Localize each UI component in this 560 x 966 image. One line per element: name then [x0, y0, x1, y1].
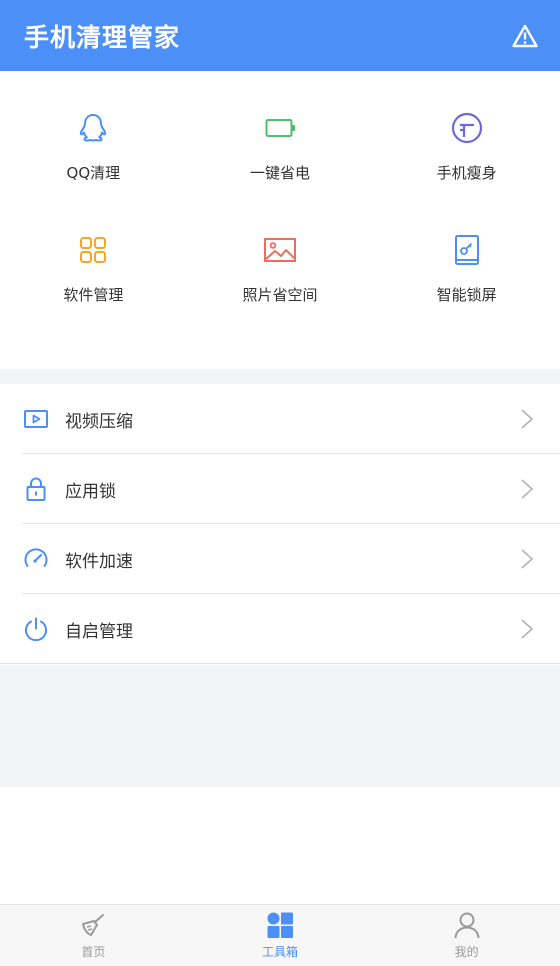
nav-label: 工具箱: [261, 945, 298, 959]
grid-item-label: 一键省电: [249, 164, 310, 182]
image-icon: [260, 230, 300, 270]
grid-item-label: 软件管理: [63, 286, 124, 304]
list-item-autostart[interactable]: 自启管理: [0, 594, 560, 664]
qq-penguin-icon: [73, 108, 113, 148]
page-title: 手机清理管家: [24, 22, 181, 52]
nav-item-mine[interactable]: 我的: [373, 905, 560, 966]
warning-button[interactable]: [510, 21, 540, 51]
list-item-label: 软件加速: [65, 551, 133, 572]
app-root: 手机清理管家 QQ清理 一键省电 手机瘦身 软件管理 照片省空间 智能锁屏 视频…: [0, 0, 560, 966]
grid-item-phone-slim[interactable]: 手机瘦身: [373, 103, 560, 225]
lock-screen-icon: [447, 230, 487, 270]
bottom-nav: 首页 工具箱 我的: [0, 904, 560, 966]
list-item-app-lock[interactable]: 应用锁: [0, 454, 560, 524]
nav-label: 首页: [81, 945, 106, 959]
grid-item-label: 智能锁屏: [436, 286, 497, 304]
app-header: 手机清理管家: [0, 0, 560, 71]
list-item-video-compress[interactable]: 视频压缩: [0, 384, 560, 454]
broom-icon: [78, 911, 108, 939]
tool-list: 视频压缩 应用锁 软件加速 自启管理: [0, 384, 560, 664]
grid-item-label: 手机瘦身: [436, 164, 497, 182]
speedometer-icon: [23, 546, 49, 572]
grid-item-qq-clean[interactable]: QQ清理: [0, 103, 187, 225]
chevron-right-icon: [521, 409, 534, 429]
list-item-label: 自启管理: [65, 621, 133, 642]
grid-item-smart-lock[interactable]: 智能锁屏: [373, 225, 560, 353]
power-icon: [23, 616, 49, 642]
grid-item-label: QQ清理: [66, 164, 121, 182]
grid-item-label: 照片省空间: [242, 286, 318, 304]
lock-icon: [23, 476, 49, 502]
user-icon: [452, 911, 482, 939]
video-icon: [23, 406, 49, 432]
grid-item-app-manage[interactable]: 软件管理: [0, 225, 187, 353]
empty-area: [0, 665, 560, 787]
nav-item-toolbox[interactable]: 工具箱: [187, 905, 374, 966]
list-item-app-speedup[interactable]: 软件加速: [0, 524, 560, 594]
nav-label: 我的: [454, 945, 479, 959]
grid-item-photo-space[interactable]: 照片省空间: [187, 225, 374, 353]
toolbox-grid-icon: [265, 911, 295, 939]
chevron-right-icon: [521, 619, 534, 639]
warning-triangle-icon: [512, 24, 538, 47]
chevron-right-icon: [521, 479, 534, 499]
battery-icon: [260, 108, 300, 148]
grid-item-power-save[interactable]: 一键省电: [187, 103, 374, 225]
chevron-right-icon: [521, 549, 534, 569]
slim-circle-icon: [447, 108, 487, 148]
list-item-label: 应用锁: [65, 481, 116, 502]
apps-grid-icon: [73, 230, 113, 270]
nav-item-home[interactable]: 首页: [0, 905, 187, 966]
list-item-label: 视频压缩: [65, 411, 133, 432]
tool-grid: QQ清理 一键省电 手机瘦身 软件管理 照片省空间 智能锁屏: [0, 71, 560, 369]
section-divider: [0, 369, 560, 384]
